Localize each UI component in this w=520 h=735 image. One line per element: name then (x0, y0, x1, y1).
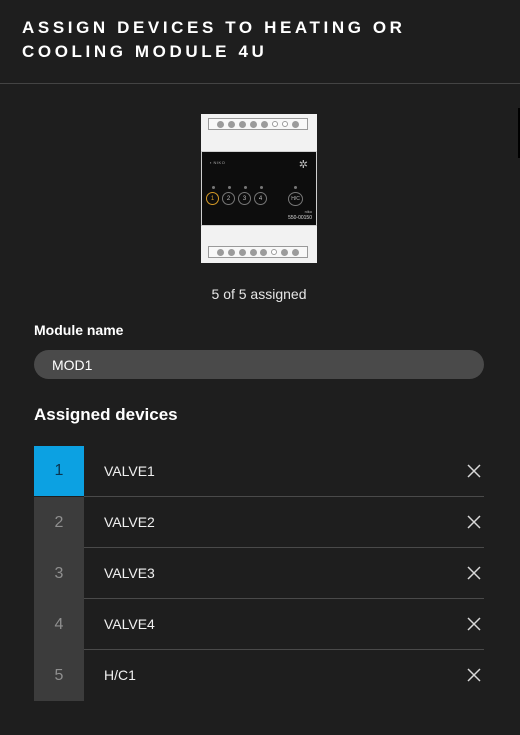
close-icon[interactable] (464, 665, 484, 685)
device-row[interactable]: 2 VALVE2 (34, 497, 484, 548)
module-name-input[interactable] (34, 350, 484, 379)
header: ASSIGN DEVICES TO HEATING OR COOLING MOD… (0, 0, 520, 84)
maker-label: niko (304, 209, 312, 214)
terminal-strip (208, 246, 308, 258)
snowflake-sun-icon: ✲ (298, 159, 308, 171)
device-name: VALVE3 (104, 565, 155, 581)
module-name-label: Module name (34, 322, 124, 338)
close-icon[interactable] (464, 512, 484, 532)
device-row[interactable]: 1 VALVE1 (34, 446, 484, 497)
assigned-devices-list: 1 VALVE1 2 VALVE2 3 VALVE3 4 VALVE4 5 H/… (34, 446, 484, 701)
channel-4-indicator: 4 (254, 192, 267, 205)
hc-indicator: H/C (288, 192, 303, 206)
device-number: 3 (34, 548, 84, 599)
device-number: 1 (34, 446, 84, 496)
device-name: VALVE1 (104, 463, 155, 479)
brand-label: ▪ NIKO (210, 160, 226, 165)
device-name: VALVE2 (104, 514, 155, 530)
device-row[interactable]: 3 VALVE3 (34, 548, 484, 599)
terminal-strip (208, 118, 308, 130)
close-icon[interactable] (464, 614, 484, 634)
channel-1-indicator: 1 (206, 192, 219, 205)
module-illustration: ▪ NIKO ✲ 1 2 3 4 H/C niko 550-00150 (201, 114, 317, 263)
device-name: H/C1 (104, 667, 136, 683)
page-title: ASSIGN DEVICES TO HEATING OR COOLING MOD… (22, 18, 406, 61)
module-face: ▪ NIKO ✲ 1 2 3 4 H/C niko 550-00150 (201, 151, 317, 226)
close-icon[interactable] (464, 461, 484, 481)
device-name: VALVE4 (104, 616, 155, 632)
channel-3-indicator: 3 (238, 192, 251, 205)
bottom-terminal-rail (201, 226, 317, 263)
model-label: 550-00150 (288, 215, 312, 221)
close-icon[interactable] (464, 563, 484, 583)
device-row[interactable]: 5 H/C1 (34, 650, 484, 701)
device-row[interactable]: 4 VALVE4 (34, 599, 484, 650)
device-number: 4 (34, 599, 84, 650)
top-terminal-rail (201, 114, 317, 151)
assigned-count: 5 of 5 assigned (211, 286, 307, 302)
channel-2-indicator: 2 (222, 192, 235, 205)
device-number: 5 (34, 650, 84, 701)
device-number: 2 (34, 497, 84, 548)
assigned-devices-heading: Assigned devices (34, 405, 178, 424)
